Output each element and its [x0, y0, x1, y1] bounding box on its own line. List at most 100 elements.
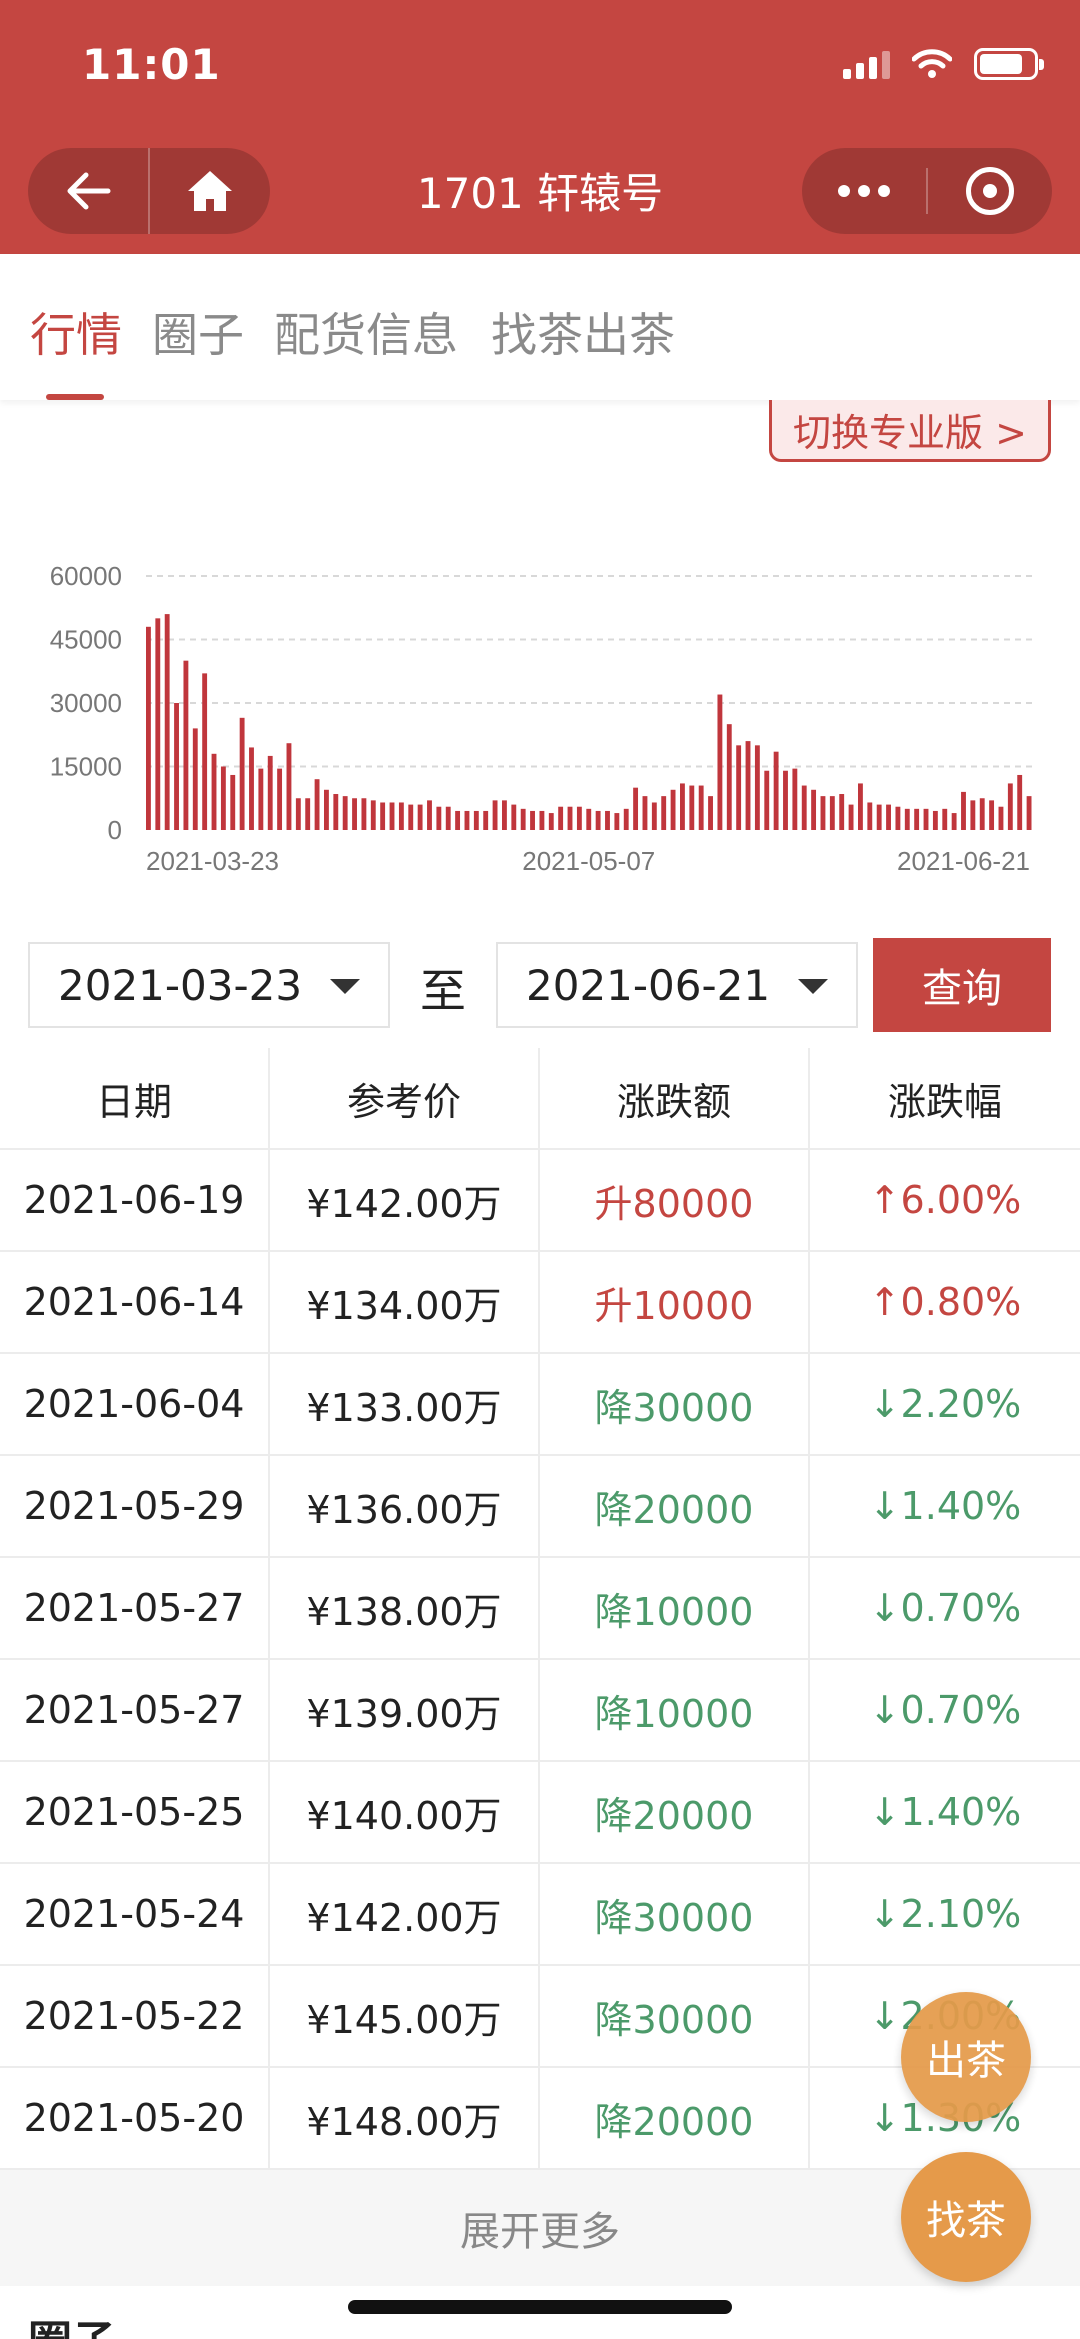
tab-bar: 行情 圈子 配货信息 找茶出茶	[0, 254, 1080, 400]
chart-bar	[576, 806, 582, 830]
close-miniprogram-button[interactable]	[928, 148, 1052, 234]
chart-bar	[258, 768, 264, 830]
chart-bar	[389, 802, 395, 830]
y-tick-label: 0	[108, 815, 122, 845]
chart-bar	[295, 798, 301, 830]
chart-bar	[558, 806, 564, 830]
y-tick-label: 60000	[50, 561, 122, 591]
chart-bar	[801, 785, 807, 830]
end-date-select[interactable]: 2021-06-21	[496, 942, 858, 1028]
tab-circle[interactable]: 圈子	[152, 299, 244, 365]
chart-bar	[961, 791, 966, 830]
target-icon	[966, 167, 1014, 215]
x-tick-label: 2021-06-21	[897, 846, 1030, 876]
x-tick-label: 2021-05-07	[522, 846, 655, 876]
chart-bar	[164, 614, 170, 830]
chart-bar	[605, 810, 610, 830]
header-date: 日期	[0, 1048, 270, 1148]
chart-bar	[548, 813, 554, 830]
row-price: ¥133.00万	[270, 1354, 540, 1454]
header-price: 参考价	[270, 1048, 540, 1148]
start-date-value: 2021-03-23	[58, 960, 303, 1010]
chart-bar	[286, 743, 292, 830]
date-range-separator: 至	[420, 964, 466, 1018]
find-tea-fab[interactable]: 找茶	[901, 2152, 1031, 2282]
chart-bar	[867, 802, 873, 830]
nav-capsule-right	[802, 148, 1052, 234]
chart-bar	[623, 808, 629, 830]
chart-bar	[951, 813, 957, 830]
chart-bar	[876, 804, 882, 830]
chart-bar	[239, 717, 245, 830]
table-row: 2021-06-14 ¥134.00万 升10000 ↑0.80%	[0, 1252, 1080, 1354]
chevron-down-icon	[798, 979, 828, 994]
chart-bar	[820, 796, 826, 830]
chart-bar	[183, 660, 189, 830]
chart-bar	[614, 813, 620, 830]
start-date-select[interactable]: 2021-03-23	[28, 942, 390, 1028]
row-change-pct: ↓1.40%	[868, 1484, 1022, 1528]
row-change: 降10000	[540, 1558, 810, 1658]
chart-bar	[567, 806, 573, 830]
chart-bar	[492, 800, 498, 830]
row-price: ¥134.00万	[270, 1252, 540, 1352]
chart-bar	[174, 703, 179, 830]
wifi-icon	[912, 49, 952, 78]
chart-bar	[539, 810, 545, 830]
chart-bar	[717, 694, 723, 830]
chart-bar	[211, 753, 217, 830]
y-tick-label: 15000	[50, 752, 122, 782]
chart-bar	[530, 810, 535, 830]
row-date: 2021-06-19	[0, 1150, 270, 1250]
row-date: 2021-05-27	[0, 1558, 270, 1658]
chart-bar	[895, 806, 901, 830]
switch-pro-version-button[interactable]: 切换专业版 >	[769, 400, 1051, 462]
battery-icon	[974, 48, 1044, 80]
chart-bar	[651, 802, 657, 830]
header-change: 涨跌额	[540, 1048, 810, 1148]
chart-bar	[783, 770, 788, 830]
chart-bar	[277, 768, 283, 830]
chart-bar	[1017, 774, 1023, 830]
chart-bar	[595, 810, 601, 830]
row-price: ¥140.00万	[270, 1762, 540, 1862]
query-button[interactable]: 查询	[873, 938, 1051, 1032]
chart-bar	[408, 804, 414, 830]
chart-bar	[811, 789, 817, 830]
chart-bar	[708, 796, 713, 830]
more-dots-icon	[838, 185, 890, 197]
chart-bar	[979, 798, 985, 830]
tab-active-indicator	[46, 394, 104, 400]
chart-bar	[417, 804, 423, 830]
chart-bar	[324, 789, 329, 830]
home-indicator	[348, 2300, 732, 2314]
chart-bar	[773, 751, 779, 830]
chart-bar	[989, 800, 995, 830]
chart-bar	[764, 770, 770, 830]
row-change-pct: ↓0.70%	[868, 1586, 1022, 1630]
chart-bar	[305, 798, 311, 830]
chart-bar	[680, 783, 685, 830]
row-change: 降30000	[540, 1864, 810, 1964]
row-change-pct: ↑6.00%	[868, 1178, 1022, 1222]
tab-market[interactable]: 行情	[30, 299, 122, 365]
chart-bar	[914, 808, 920, 830]
tab-allocation-info[interactable]: 配货信息	[274, 299, 458, 365]
table-row: 2021-06-19 ¥142.00万 升80000 ↑6.00%	[0, 1150, 1080, 1252]
chart-bar	[642, 796, 648, 830]
chart-bar	[380, 802, 386, 830]
row-price: ¥145.00万	[270, 1966, 540, 2066]
chart-bar	[464, 810, 470, 830]
tab-find-sell-tea[interactable]: 找茶出茶	[491, 299, 675, 365]
row-change-pct: ↓1.40%	[868, 1790, 1022, 1834]
chart-bar	[839, 794, 845, 830]
row-date: 2021-05-22	[0, 1966, 270, 2066]
table-row: 2021-05-29 ¥136.00万 降20000 ↓1.40%	[0, 1456, 1080, 1558]
row-change: 降30000	[540, 1354, 810, 1454]
more-menu-button[interactable]	[802, 148, 926, 234]
chart-bar	[483, 810, 489, 830]
row-change: 降20000	[540, 1456, 810, 1556]
chart-bar	[267, 755, 273, 830]
row-change-pct: ↓2.20%	[868, 1382, 1022, 1426]
sell-tea-fab[interactable]: 出茶	[901, 1992, 1031, 2122]
